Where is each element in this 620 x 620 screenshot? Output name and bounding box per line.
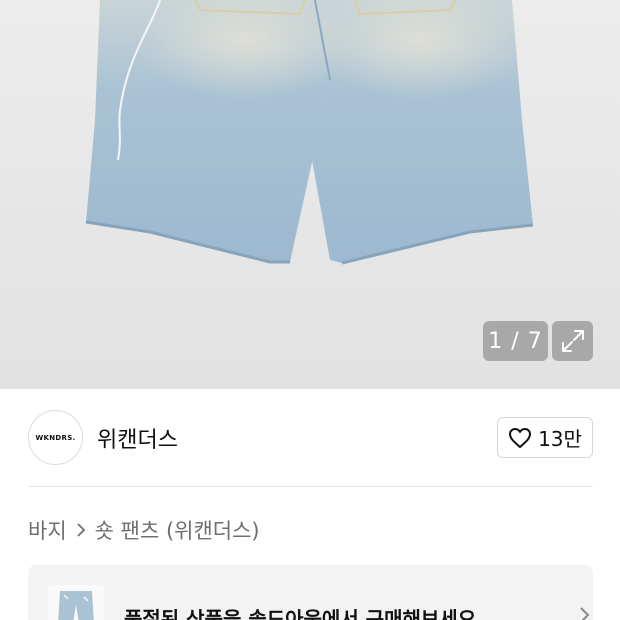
image-counter: 1 / 7 [483, 321, 548, 361]
like-count: 13만 [538, 427, 582, 451]
shop-info-row: WKNDRS. 위캔더스 13만 [0, 389, 620, 487]
breadcrumb-item-subcategory[interactable]: 숏 팬츠 (위캔더스) [95, 515, 260, 545]
expand-icon [561, 330, 584, 352]
breadcrumb: 바지 숏 팬츠 (위캔더스) [28, 515, 260, 545]
soldout-banner[interactable]: 품절된 상품을 솔드아웃에서 구매해보세요 [28, 565, 593, 620]
breadcrumb-item-category[interactable]: 바지 [28, 515, 67, 545]
banner-text: 품절된 상품을 솔드아웃에서 구매해보세요 [124, 607, 477, 620]
product-image-gallery[interactable]: 1 / 7 [0, 0, 620, 389]
heart-icon [509, 427, 532, 448]
divider [28, 486, 593, 487]
chevron-right-icon [580, 607, 590, 620]
shop-name[interactable]: 위캔더스 [97, 422, 178, 454]
shop-logo[interactable]: WKNDRS. [28, 410, 83, 465]
banner-thumbnail [48, 585, 104, 620]
expand-button[interactable] [552, 321, 593, 361]
like-button[interactable]: 13만 [497, 417, 593, 458]
shop-logo-text: WKNDRS. [35, 433, 76, 442]
chevron-right-icon [75, 522, 87, 538]
